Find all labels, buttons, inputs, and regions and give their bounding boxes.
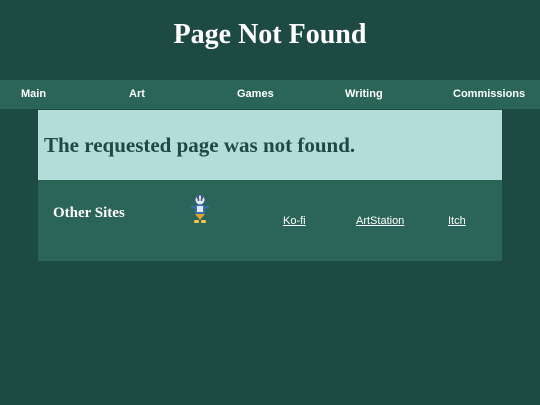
link-kofi[interactable]: Ko-fi [283,214,306,228]
other-sites-panel: Other Sites Ko-fi ArtStation Itch [38,180,502,261]
nav-item-commissions[interactable]: Commissions [453,80,525,109]
error-message: The requested page was not found. [44,133,356,157]
page-title: Page Not Found [173,19,367,50]
mascot-character-icon [191,194,209,223]
nav-item-writing[interactable]: Writing [345,80,383,109]
nav-item-art[interactable]: Art [129,80,145,109]
main-nav: Main Art Games Writing Commissions [0,80,540,109]
nav-item-main[interactable]: Main [21,80,46,109]
link-itch[interactable]: Itch [448,214,466,228]
link-artstation[interactable]: ArtStation [356,214,404,228]
other-sites-heading: Other Sites [53,205,125,221]
nav-item-games[interactable]: Games [237,80,274,109]
error-panel: The requested page was not found. [38,110,502,180]
